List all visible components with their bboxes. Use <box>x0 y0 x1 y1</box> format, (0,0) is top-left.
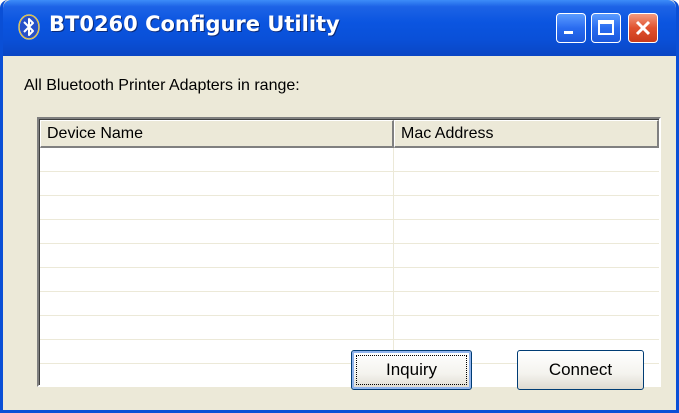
focus-rectangle <box>356 355 467 385</box>
list-row[interactable] <box>40 148 659 172</box>
connect-button-label: Connect <box>548 360 613 379</box>
close-icon <box>635 20 651 36</box>
close-button[interactable] <box>628 13 658 43</box>
app-window: BT0260 Configure Utility All Bluetooth P… <box>0 0 679 413</box>
maximize-icon <box>598 20 614 35</box>
list-row[interactable] <box>40 292 659 316</box>
maximize-button[interactable] <box>591 13 621 43</box>
list-row[interactable] <box>40 220 659 244</box>
list-row[interactable] <box>40 268 659 292</box>
minimize-button[interactable] <box>556 13 586 43</box>
column-header-device-name[interactable]: Device Name <box>40 120 394 148</box>
list-row[interactable] <box>40 172 659 196</box>
list-header: Device Name Mac Address <box>40 120 659 148</box>
list-row[interactable] <box>40 316 659 340</box>
bluetooth-icon <box>17 14 41 40</box>
title-bar[interactable]: BT0260 Configure Utility <box>3 0 676 56</box>
connect-button[interactable]: Connect <box>517 350 644 390</box>
list-row[interactable] <box>40 244 659 268</box>
dialog-content: All Bluetooth Printer Adapters in range:… <box>3 56 676 410</box>
adapters-label: All Bluetooth Printer Adapters in range: <box>24 77 300 94</box>
inquiry-button[interactable]: Inquiry <box>351 350 472 390</box>
window-title: BT0260 Configure Utility <box>49 12 340 36</box>
adapter-list[interactable]: Device Name Mac Address <box>37 117 661 388</box>
minimize-icon <box>564 31 573 34</box>
column-header-mac-address[interactable]: Mac Address <box>394 120 659 148</box>
list-row[interactable] <box>40 196 659 220</box>
